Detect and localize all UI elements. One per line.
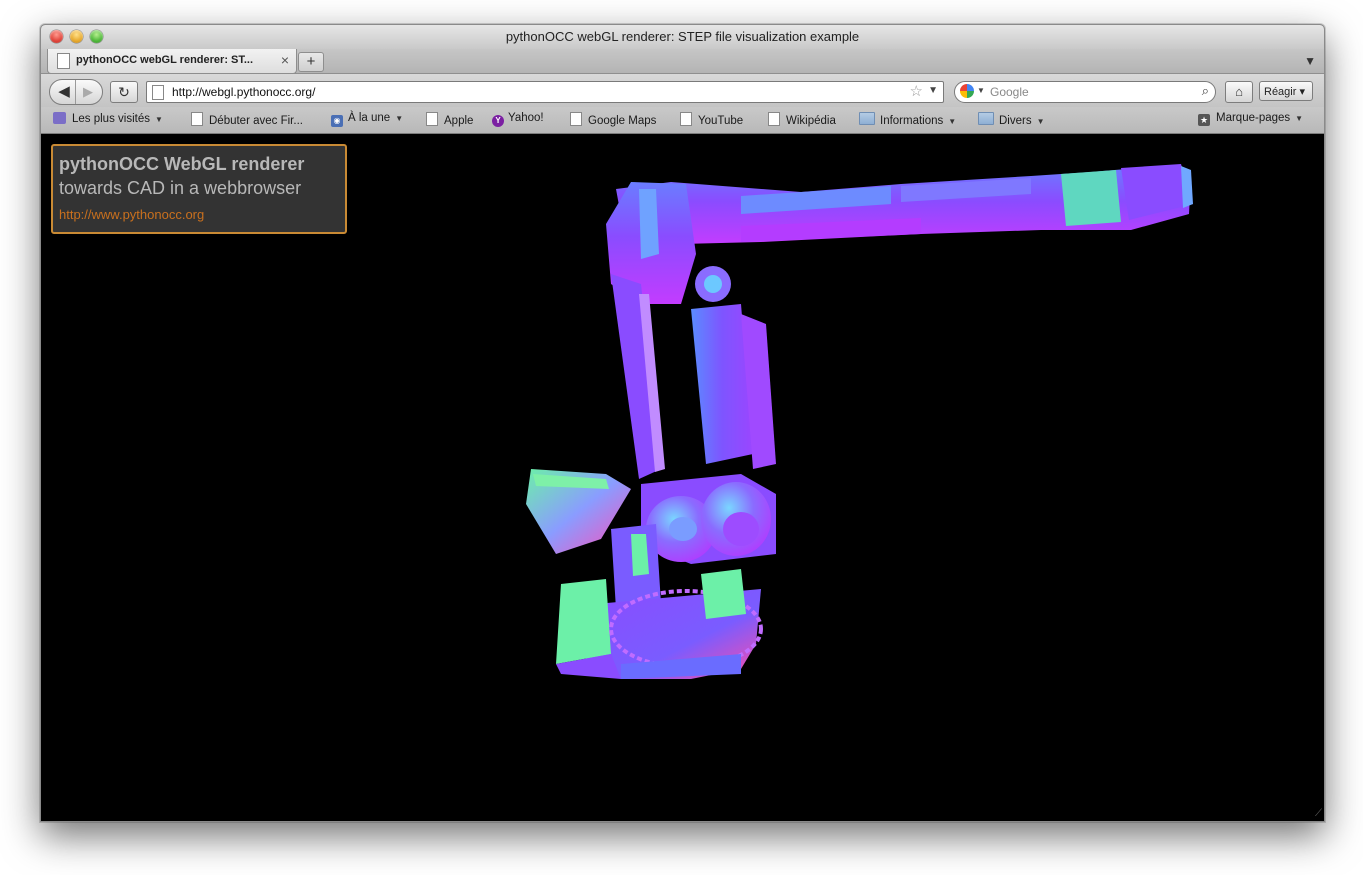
tab-bar: pythonOCC webGL renderer: ST... × + ▼ xyxy=(41,49,1324,74)
chevron-down-icon: ▼ xyxy=(395,114,404,123)
info-link[interactable]: http://www.pythonocc.org xyxy=(59,207,204,222)
url-text[interactable]: http://webgl.pythonocc.org/ xyxy=(172,85,315,99)
folder-icon xyxy=(859,112,875,125)
search-engine-dropdown-icon[interactable]: ▼ xyxy=(977,86,985,95)
bookmarks-toolbar: Les plus visités ▼ Débuter avec Fir... ◉ À… xyxy=(41,107,1324,134)
google-icon[interactable] xyxy=(960,84,974,98)
bookmark-yahoo[interactable]: Y Yahoo! xyxy=(492,112,544,127)
bookmark-star-icon[interactable]: ☆ xyxy=(910,82,923,100)
webgl-canvas[interactable]: pythonOCC WebGL renderer towards CAD in … xyxy=(41,134,1324,821)
rss-icon: ◉ xyxy=(331,115,343,127)
info-subtitle: towards CAD in a webbrowser xyxy=(59,178,302,198)
reload-button[interactable]: ↻ xyxy=(110,81,138,103)
reagir-button[interactable]: Réagir ▾ xyxy=(1259,81,1313,101)
page-icon xyxy=(152,85,164,100)
navigation-toolbar: ◀ ▶ ↻ http://webgl.pythonocc.org/ ☆ ▼ ▼ … xyxy=(41,74,1324,107)
back-forward-group: ◀ ▶ xyxy=(49,79,103,105)
tab-list-icon[interactable]: ▼ xyxy=(1304,54,1316,68)
bookmark-debuter-avec-firefox[interactable]: Débuter avec Fir... xyxy=(191,112,303,127)
yahoo-icon: Y xyxy=(492,115,504,127)
url-history-dropdown-icon[interactable]: ▼ xyxy=(928,85,938,96)
folder-icon xyxy=(978,112,994,125)
bookmark-wikipedia[interactable]: Wikipédia xyxy=(768,112,836,127)
search-input[interactable]: Google xyxy=(990,85,1029,99)
chevron-down-icon: ▼ xyxy=(1036,117,1045,126)
home-button[interactable]: ⌂ xyxy=(1225,81,1253,103)
bookmark-google-maps[interactable]: Google Maps xyxy=(570,112,656,127)
forward-button[interactable]: ▶ xyxy=(78,80,98,104)
search-bar[interactable]: ▼ Google ⌕ xyxy=(954,81,1216,103)
new-tab-button[interactable]: + xyxy=(298,52,324,72)
resize-grip-icon[interactable]: ⟋ xyxy=(1315,808,1322,819)
browser-window: pythonOCC webGL renderer: STEP file visu… xyxy=(40,24,1325,822)
bookmark-folder-divers[interactable]: Divers ▼ xyxy=(978,112,1045,127)
page-icon xyxy=(680,112,692,126)
tab-label: pythonOCC webGL renderer: ST... xyxy=(76,54,254,66)
page-icon xyxy=(768,112,780,126)
chevron-down-icon: ▼ xyxy=(948,117,957,126)
back-button[interactable]: ◀ xyxy=(53,80,76,104)
bookmark-apple[interactable]: Apple xyxy=(426,112,473,127)
info-title: pythonOCC WebGL renderer xyxy=(59,154,305,174)
bookmark-a-la-une[interactable]: ◉ À la une ▼ xyxy=(331,112,403,127)
page-icon xyxy=(426,112,438,126)
most-visited-icon xyxy=(53,112,66,124)
window-title: pythonOCC webGL renderer: STEP file visu… xyxy=(505,29,860,44)
title-bar: pythonOCC webGL renderer: STEP file visu… xyxy=(41,25,1324,49)
tab-close-icon[interactable]: × xyxy=(281,52,289,68)
chevron-down-icon: ▼ xyxy=(1295,114,1304,123)
bookmarks-menu[interactable]: ★ Marque-pages ▼ xyxy=(1198,112,1303,126)
url-bar[interactable]: http://webgl.pythonocc.org/ ☆ ▼ xyxy=(146,81,944,103)
chevron-down-icon: ▼ xyxy=(154,115,163,124)
info-box: pythonOCC WebGL renderer towards CAD in … xyxy=(51,144,347,234)
robot-arm-3d-model[interactable] xyxy=(41,134,1324,821)
bookmark-folder-informations[interactable]: Informations ▼ xyxy=(859,112,956,127)
bookmarks-menu-icon: ★ xyxy=(1198,114,1210,126)
tab-active[interactable]: pythonOCC webGL renderer: ST... × xyxy=(47,49,297,74)
search-icon[interactable]: ⌕ xyxy=(1202,83,1209,99)
bookmark-youtube[interactable]: YouTube xyxy=(680,112,743,127)
page-icon xyxy=(57,53,70,69)
page-icon xyxy=(191,112,203,126)
page-icon xyxy=(570,112,582,126)
bookmark-les-plus-visites[interactable]: Les plus visités ▼ xyxy=(53,112,163,125)
